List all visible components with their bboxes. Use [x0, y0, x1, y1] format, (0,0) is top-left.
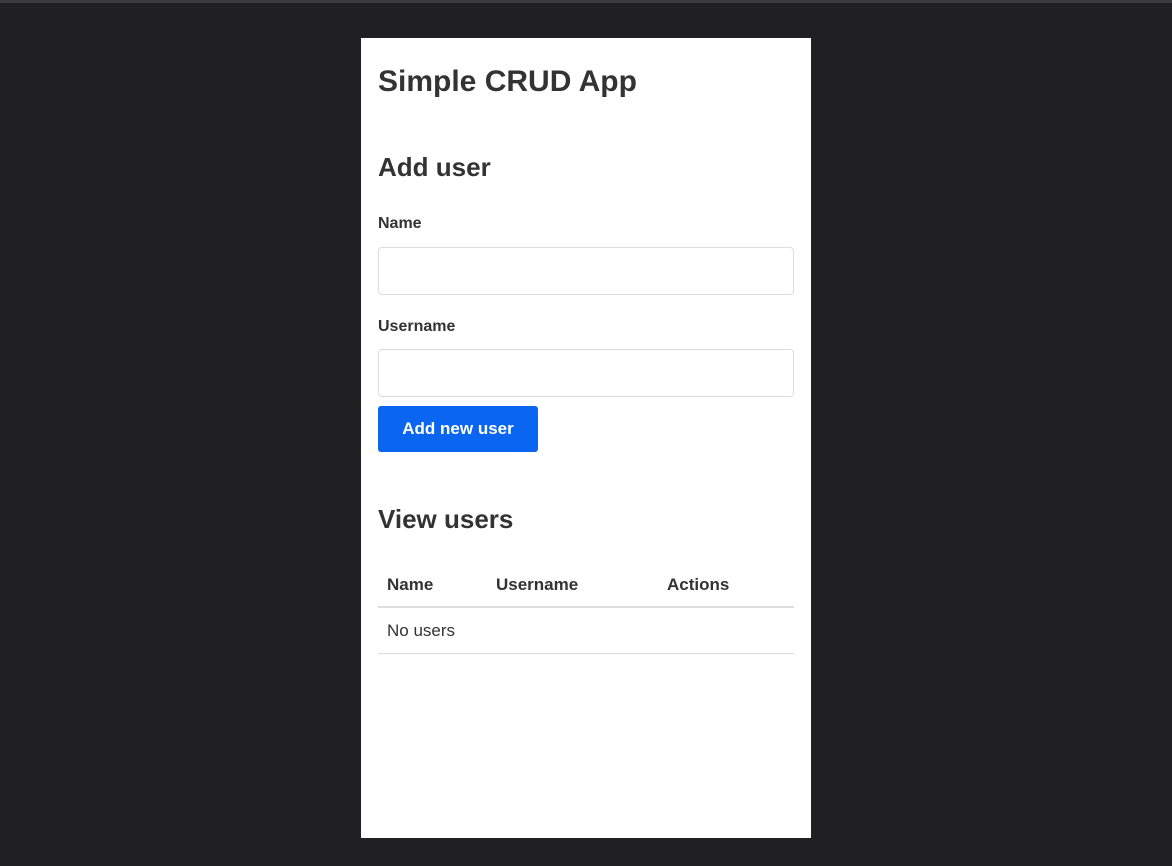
- app-container: Simple CRUD App Add user Name Username A…: [361, 38, 811, 838]
- username-input[interactable]: [378, 349, 794, 397]
- name-input[interactable]: [378, 247, 794, 295]
- users-table-header-row: Name Username Actions: [378, 563, 794, 608]
- add-new-user-button[interactable]: Add new user: [378, 406, 538, 452]
- column-header-name: Name: [378, 563, 487, 608]
- browser-top-strip: [0, 0, 1172, 3]
- view-users-heading: View users: [378, 504, 514, 534]
- column-header-username: Username: [487, 563, 658, 608]
- users-table: Name Username Actions No users: [378, 563, 794, 654]
- username-label: Username: [378, 318, 456, 335]
- users-table-body: No users: [378, 607, 794, 654]
- table-row-empty: No users: [378, 607, 794, 654]
- column-header-actions: Actions: [658, 563, 794, 608]
- app-title: Simple CRUD App: [378, 65, 637, 98]
- add-user-heading: Add user: [378, 152, 491, 182]
- empty-users-message: No users: [378, 607, 794, 654]
- users-table-header: Name Username Actions: [378, 563, 794, 608]
- name-label: Name: [378, 215, 422, 232]
